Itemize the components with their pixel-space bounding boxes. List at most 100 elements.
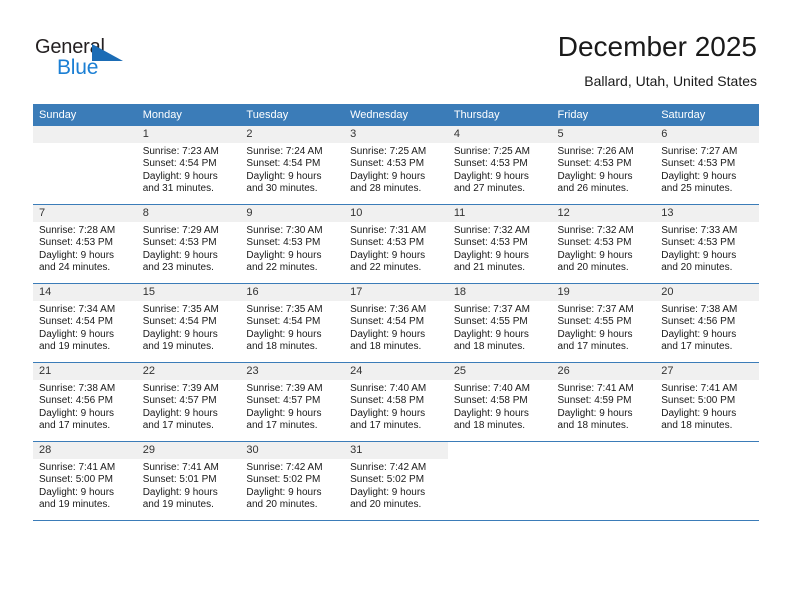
day-cell-inner [551,442,656,520]
calendar-day-cell[interactable]: 19 Sunrise: 7:37 AM Sunset: 4:55 PM Dayligh… [551,283,656,363]
calendar-day-cell[interactable]: 25 Sunrise: 7:40 AM Sunset: 4:58 PM Dayligh… [447,362,552,442]
sunset-text: Sunset: 5:02 PM [350,474,425,486]
calendar-day-cell[interactable]: 1 Sunrise: 7:23 AM Sunset: 4:54 PM Daylight… [136,126,241,205]
sunrise-text: Sunrise: 7:33 AM [661,225,738,236]
day-number: 23 [240,363,345,380]
page-header: General Blue December 2025 Ballard, Utah… [0,0,792,103]
calendar-empty-cell [551,441,656,521]
daylight-text-line2: and 25 minutes. [661,183,733,195]
day-number: 9 [240,205,345,222]
calendar-day-cell[interactable]: 10 Sunrise: 7:31 AM Sunset: 4:53 PM Dayligh… [344,204,448,284]
day-number: 10 [344,205,448,222]
calendar-day-cell[interactable]: 8 Sunrise: 7:29 AM Sunset: 4:53 PM Daylight… [136,204,241,284]
daylight-text-line1: Daylight: 9 hours [350,407,426,419]
calendar-day-cell[interactable]: 21 Sunrise: 7:38 AM Sunset: 4:56 PM Dayligh… [33,362,137,442]
day-cell-inner [447,442,552,520]
calendar-day-cell[interactable]: 2 Sunrise: 7:24 AM Sunset: 4:54 PM Daylight… [240,126,345,205]
day-cell-details: Sunrise: 7:40 AM Sunset: 4:58 PM Daylight:… [448,380,552,433]
calendar-day-cell[interactable]: 16 Sunrise: 7:35 AM Sunset: 4:54 PM Dayligh… [240,283,345,363]
day-number: 15 [136,284,241,301]
daylight-text-line1: Daylight: 9 hours [557,328,633,340]
day-cell-inner: 11 Sunrise: 7:32 AM Sunset: 4:53 PM Dayligh… [447,205,552,283]
calendar-day-cell[interactable]: 11 Sunrise: 7:32 AM Sunset: 4:53 PM Dayligh… [447,204,552,284]
calendar-day-cell[interactable]: 20 Sunrise: 7:38 AM Sunset: 4:56 PM Dayligh… [655,283,759,363]
daylight-text-line1: Daylight: 9 hours [661,328,737,340]
day-cell-inner: 19 Sunrise: 7:37 AM Sunset: 4:55 PM Dayligh… [551,284,656,362]
calendar-day-cell[interactable]: 18 Sunrise: 7:37 AM Sunset: 4:55 PM Dayligh… [447,283,552,363]
day-cell-details: Sunrise: 7:32 AM Sunset: 4:53 PM Daylight:… [552,222,656,275]
calendar-day-cell[interactable]: 17 Sunrise: 7:36 AM Sunset: 4:54 PM Dayligh… [344,283,448,363]
day-number: 13 [655,205,759,222]
sunset-text: Sunset: 4:54 PM [246,316,321,328]
daylight-text-line2: and 18 minutes. [557,420,629,432]
calendar-page: General Blue December 2025 Ballard, Utah… [0,0,792,612]
calendar-week-row: 14 Sunrise: 7:34 AM Sunset: 4:54 PM Dayligh… [33,283,759,363]
calendar-empty-cell [33,126,137,205]
location-subtitle: Ballard, Utah, United States [584,73,757,89]
daylight-text-line1: Daylight: 9 hours [557,170,633,182]
sunrise-text: Sunrise: 7:41 AM [557,383,634,394]
calendar-day-cell[interactable]: 6 Sunrise: 7:27 AM Sunset: 4:53 PM Daylight… [655,126,759,205]
weekday-header-tuesday: Tuesday [240,104,345,126]
day-cell-inner: 1 Sunrise: 7:23 AM Sunset: 4:54 PM Daylight… [136,126,241,204]
calendar-day-cell[interactable]: 12 Sunrise: 7:32 AM Sunset: 4:53 PM Dayligh… [551,204,656,284]
calendar-day-cell[interactable]: 29 Sunrise: 7:41 AM Sunset: 5:01 PM Dayligh… [136,441,241,521]
calendar-day-cell[interactable]: 9 Sunrise: 7:30 AM Sunset: 4:53 PM Daylight… [240,204,345,284]
calendar-day-cell[interactable]: 7 Sunrise: 7:28 AM Sunset: 4:53 PM Daylight… [33,204,137,284]
weekday-header-wednesday: Wednesday [344,104,448,126]
calendar-day-cell[interactable]: 3 Sunrise: 7:25 AM Sunset: 4:53 PM Daylight… [344,126,448,205]
day-cell-details: Sunrise: 7:28 AM Sunset: 4:53 PM Daylight:… [33,222,137,275]
daylight-text-line2: and 24 minutes. [39,262,111,274]
day-cell-details: Sunrise: 7:40 AM Sunset: 4:58 PM Daylight:… [344,380,448,433]
day-cell-inner: 8 Sunrise: 7:29 AM Sunset: 4:53 PM Daylight… [136,205,241,283]
calendar-day-cell[interactable]: 31 Sunrise: 7:42 AM Sunset: 5:02 PM Dayligh… [344,441,448,521]
calendar-week-row: 28 Sunrise: 7:41 AM Sunset: 5:00 PM Dayligh… [33,441,759,521]
calendar-day-cell[interactable]: 5 Sunrise: 7:26 AM Sunset: 4:53 PM Daylight… [551,126,656,205]
calendar-day-cell[interactable]: 27 Sunrise: 7:41 AM Sunset: 5:00 PM Dayligh… [655,362,759,442]
calendar-day-cell[interactable]: 4 Sunrise: 7:25 AM Sunset: 4:53 PM Daylight… [447,126,552,205]
sunset-text: Sunset: 4:53 PM [350,237,425,249]
day-cell-inner: 16 Sunrise: 7:35 AM Sunset: 4:54 PM Dayligh… [240,284,345,362]
daylight-text-line1: Daylight: 9 hours [246,407,322,419]
day-number: 24 [344,363,448,380]
day-cell-inner: 17 Sunrise: 7:36 AM Sunset: 4:54 PM Dayligh… [344,284,448,362]
daylight-text-line1: Daylight: 9 hours [350,170,426,182]
day-cell-details: Sunrise: 7:38 AM Sunset: 4:56 PM Daylight:… [655,301,759,354]
daylight-text-line2: and 18 minutes. [246,341,318,353]
calendar-day-cell[interactable]: 14 Sunrise: 7:34 AM Sunset: 4:54 PM Dayligh… [33,283,137,363]
sunset-text: Sunset: 4:53 PM [453,237,528,249]
daylight-text-line2: and 17 minutes. [142,420,214,432]
day-number: 18 [447,284,552,301]
daylight-text-line2: and 30 minutes. [246,183,318,195]
sunrise-text: Sunrise: 7:40 AM [350,383,427,394]
calendar-day-cell[interactable]: 26 Sunrise: 7:41 AM Sunset: 4:59 PM Dayligh… [551,362,656,442]
day-cell-details: Sunrise: 7:35 AM Sunset: 4:54 PM Daylight:… [137,301,241,354]
day-cell-inner: 2 Sunrise: 7:24 AM Sunset: 4:54 PM Daylight… [240,126,345,204]
day-cell-inner: 7 Sunrise: 7:28 AM Sunset: 4:53 PM Daylight… [33,205,137,283]
daylight-text-line1: Daylight: 9 hours [453,407,529,419]
day-number [551,442,656,459]
sunset-text: Sunset: 4:54 PM [39,316,113,328]
page-title: December 2025 [557,31,757,62]
day-cell-inner [655,442,759,520]
calendar-day-cell[interactable]: 24 Sunrise: 7:40 AM Sunset: 4:58 PM Dayligh… [344,362,448,442]
day-cell-inner: 27 Sunrise: 7:41 AM Sunset: 5:00 PM Dayligh… [655,363,759,441]
calendar-day-cell[interactable]: 28 Sunrise: 7:41 AM Sunset: 5:00 PM Dayligh… [33,441,137,521]
day-cell-details: Sunrise: 7:25 AM Sunset: 4:53 PM Daylight:… [448,143,552,196]
day-cell-details: Sunrise: 7:24 AM Sunset: 4:54 PM Daylight:… [240,143,344,196]
day-number: 7 [33,205,137,222]
calendar-day-cell[interactable]: 15 Sunrise: 7:35 AM Sunset: 4:54 PM Dayligh… [136,283,241,363]
calendar-day-cell[interactable]: 13 Sunrise: 7:33 AM Sunset: 4:53 PM Dayligh… [655,204,759,284]
sunset-text: Sunset: 4:53 PM [453,158,528,170]
sunset-text: Sunset: 4:58 PM [350,395,425,407]
daylight-text-line2: and 17 minutes. [39,420,111,432]
day-cell-details: Sunrise: 7:34 AM Sunset: 4:54 PM Daylight:… [33,301,137,354]
day-cell-inner: 5 Sunrise: 7:26 AM Sunset: 4:53 PM Daylight… [551,126,656,204]
day-number: 20 [655,284,759,301]
day-number: 3 [344,126,448,143]
calendar-day-cell[interactable]: 30 Sunrise: 7:42 AM Sunset: 5:02 PM Dayligh… [240,441,345,521]
calendar-day-cell[interactable]: 22 Sunrise: 7:39 AM Sunset: 4:57 PM Dayligh… [136,362,241,442]
daylight-text-line2: and 31 minutes. [142,183,214,195]
calendar-day-cell[interactable]: 23 Sunrise: 7:39 AM Sunset: 4:57 PM Dayligh… [240,362,345,442]
sunset-text: Sunset: 4:54 PM [142,158,217,170]
